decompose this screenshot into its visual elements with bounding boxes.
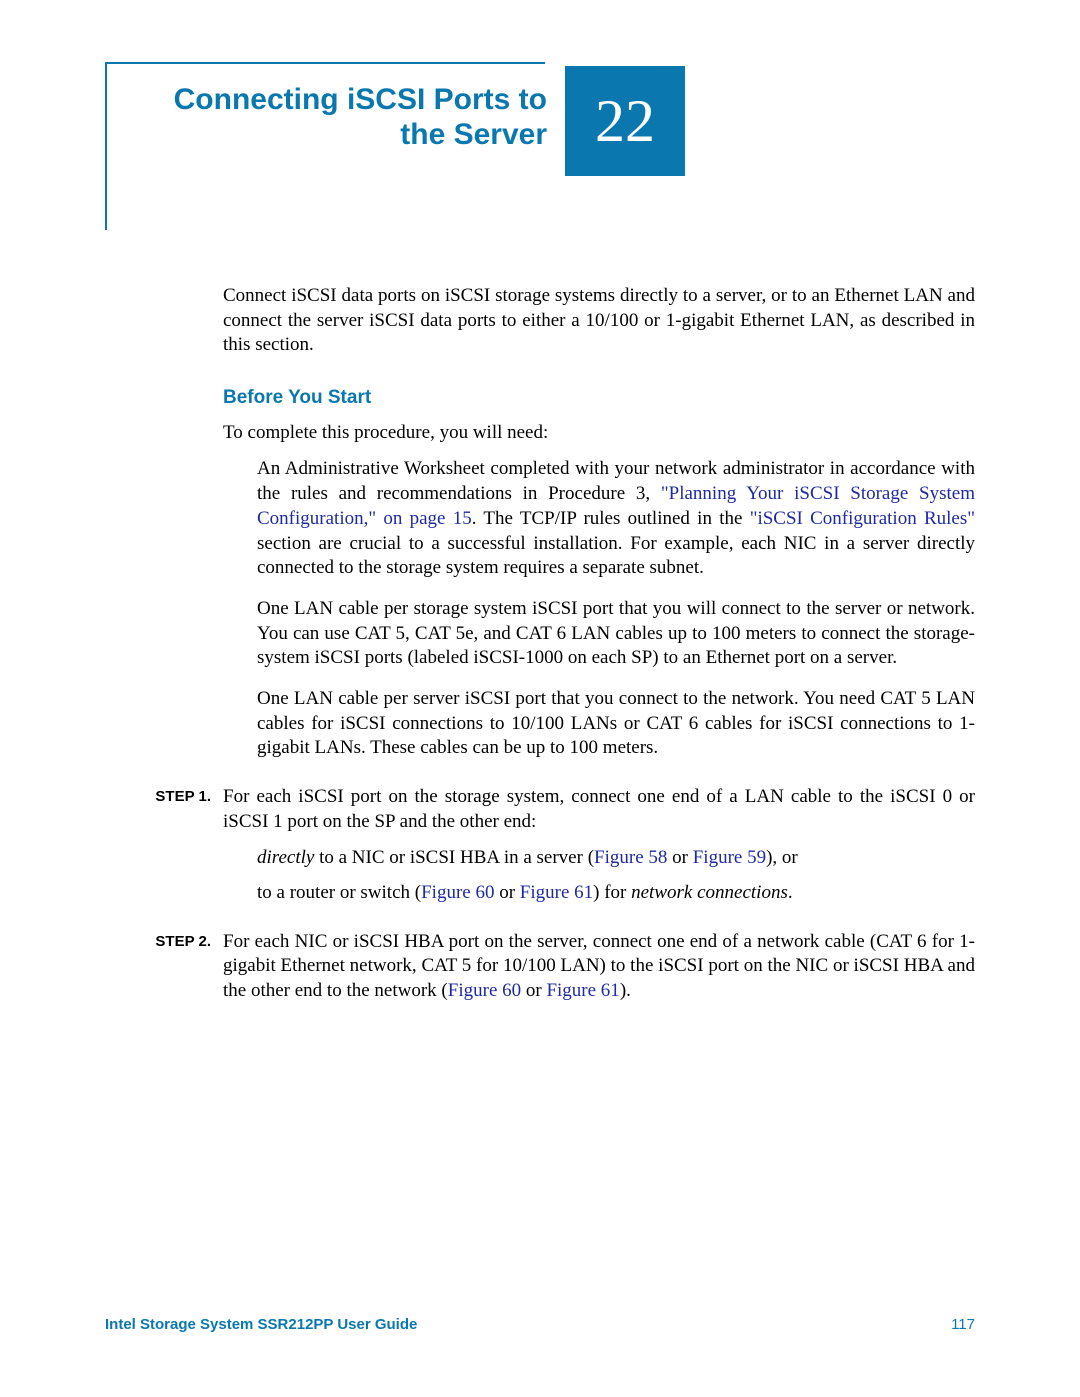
requirement-1: An Administrative Worksheet completed wi… <box>257 457 975 580</box>
requirement-2: One LAN cable per storage system iSCSI p… <box>257 597 975 671</box>
step1-sub1-d: ), or <box>766 847 798 868</box>
link-figure-60[interactable]: Figure 60 <box>421 882 494 903</box>
step1-sub2-b: or <box>494 882 519 903</box>
link-figure-61-b[interactable]: Figure 61 <box>546 980 619 1001</box>
step-1-row: STEP 1. For each iSCSI port on the stora… <box>105 785 975 834</box>
step1-sub1-directly: directly <box>257 847 314 868</box>
link-figure-61[interactable]: Figure 61 <box>520 882 593 903</box>
step1-sub2-c: ) for <box>593 882 631 903</box>
chapter-number-badge: 22 <box>565 66 685 176</box>
requirement-3: One LAN cable per server iSCSI port that… <box>257 687 975 761</box>
req1-text-b: . The TCP/IP rules outlined in the <box>472 508 750 529</box>
bracket-left-line <box>105 62 107 230</box>
link-iscsi-config-rules[interactable]: "iSCSI Configuration Rules" <box>750 508 975 529</box>
link-figure-59[interactable]: Figure 59 <box>693 847 766 868</box>
footer-doc-title: Intel Storage System SSR212PP User Guide <box>105 1316 417 1333</box>
section-heading-before-you-start: Before You Start <box>223 386 975 411</box>
step1-sub2-a: to a router or switch ( <box>257 882 421 903</box>
step1-sub2-e: . <box>788 882 793 903</box>
step-1-sub-2: to a router or switch (Figure 60 or Figu… <box>257 881 975 906</box>
step-1-sub-1: directly to a NIC or iSCSI HBA in a serv… <box>257 846 975 871</box>
chapter-title: Connecting iSCSI Ports to the Server <box>147 82 547 153</box>
req1-text-c: section are crucial to a successful inst… <box>257 533 975 579</box>
page-footer: Intel Storage System SSR212PP User Guide… <box>105 1316 975 1333</box>
bracket-top-line <box>105 62 545 64</box>
chapter-header: Connecting iSCSI Ports to the Server 22 <box>105 62 975 230</box>
link-figure-60-b[interactable]: Figure 60 <box>448 980 521 1001</box>
link-figure-58[interactable]: Figure 58 <box>594 847 667 868</box>
section-lead: To complete this procedure, you will nee… <box>223 421 975 446</box>
step1-sub1-c: or <box>667 847 692 868</box>
step2-body-c: ). <box>620 980 631 1001</box>
step-1-body: For each iSCSI port on the storage syste… <box>223 785 975 834</box>
content-area: Connect iSCSI data ports on iSCSI storag… <box>105 284 975 1004</box>
document-page: Connecting iSCSI Ports to the Server 22 … <box>0 0 1080 1397</box>
footer-page-number: 117 <box>951 1316 975 1333</box>
step-1-label: STEP 1. <box>105 785 223 834</box>
step1-sub2-d: network connections <box>631 882 788 903</box>
step2-body-b: or <box>521 980 546 1001</box>
step-2-row: STEP 2. For each NIC or iSCSI HBA port o… <box>105 930 975 1004</box>
intro-paragraph: Connect iSCSI data ports on iSCSI storag… <box>223 284 975 358</box>
step-2-body: For each NIC or iSCSI HBA port on the se… <box>223 930 975 1004</box>
step1-sub1-b: to a NIC or iSCSI HBA in a server ( <box>314 847 594 868</box>
step-2-label: STEP 2. <box>105 930 223 1004</box>
